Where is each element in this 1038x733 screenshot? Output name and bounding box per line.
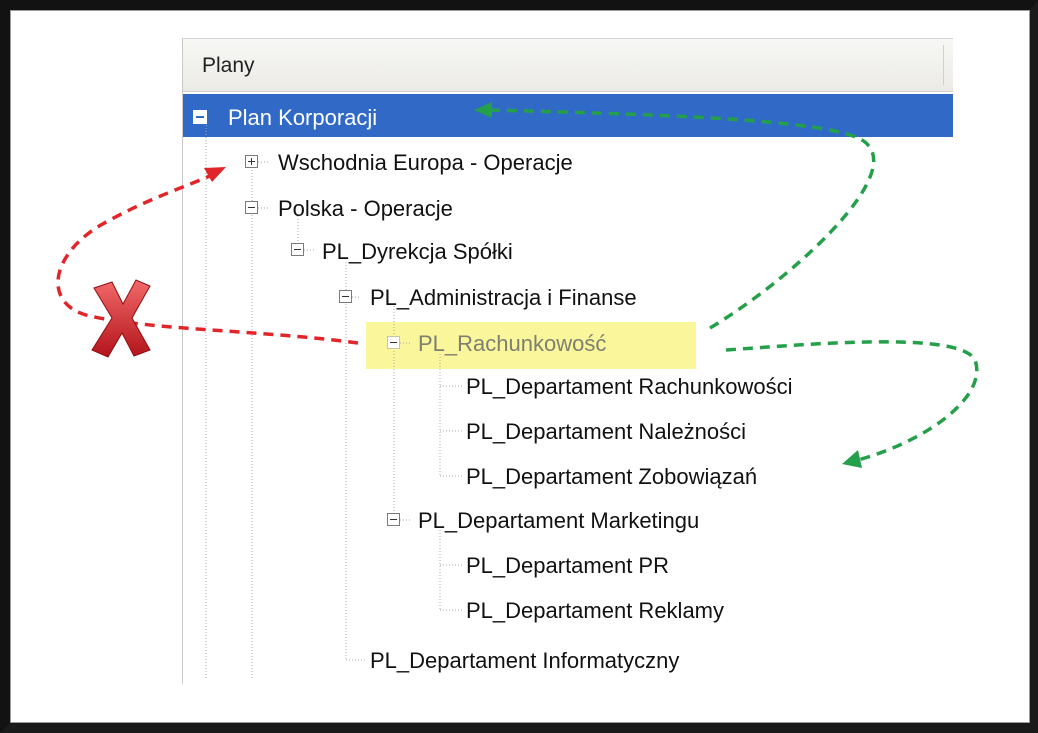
annotation-overlay [56,102,979,468]
red-dashed-arrow [56,167,359,345]
green-dashed-arrow-down [725,340,979,468]
green-dashed-arrow-up [474,102,876,330]
